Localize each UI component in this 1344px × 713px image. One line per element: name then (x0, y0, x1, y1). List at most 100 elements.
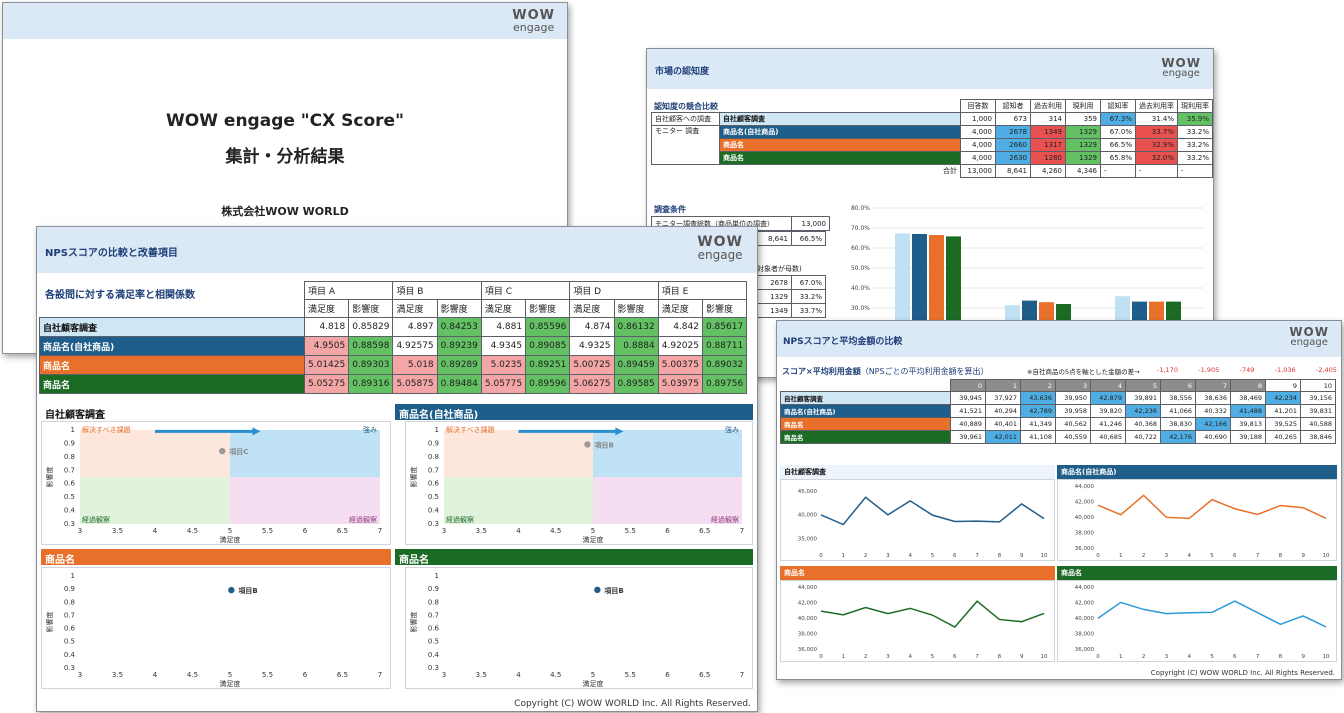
line-panel-title: 自社顧客調査 (780, 465, 1055, 479)
score-header: 7 (1195, 379, 1231, 392)
row-label: 自社顧客調査 (780, 391, 951, 405)
y-tick-label: 40,000 (798, 616, 818, 622)
score-header: 3 (1055, 379, 1091, 392)
x-tick-label: 4.5 (550, 527, 561, 535)
row-label: 自社顧客調査 (39, 317, 305, 337)
y-tick-label: 70.0% (851, 225, 870, 232)
amount-cell: 39,891 (1125, 391, 1161, 405)
y-tick-label: 0.4 (64, 651, 76, 659)
x-tick-label: 6 (303, 671, 308, 679)
series-line (820, 496, 1045, 526)
row-label: 商品名 (39, 374, 305, 394)
scatter-panel: 1 0.9 0.8 0.7 0.6 0.5 0.4 0.3 3 3.5 4 4.5 5 5.5 6 6.5 7 満… (41, 567, 391, 689)
x-axis-label: 満足度 (583, 535, 604, 544)
item-header: 項目 D (569, 281, 659, 300)
x-tick-label: 0 (1096, 654, 1100, 660)
diff-values: -1,170 -1,905 -749 -1,036 -2,405 (1157, 366, 1337, 374)
x-tick-label: 3 (78, 671, 82, 679)
x-tick-label: 4 (516, 527, 521, 535)
conditions-table-2: 8,641 66.5% (757, 231, 826, 246)
row-group-label: 自社顧客への調査 (651, 112, 720, 126)
y-tick-label: 0.3 (428, 520, 439, 528)
x-tick-label: 5 (1210, 553, 1214, 559)
row-label: 商品名(自社商品) (39, 336, 305, 356)
y-tick-label: 80.0% (851, 205, 870, 212)
recognition-table: 回答数 認知者 過去利用 現利用 認知率 過去利用率 現利用率 自社顧客への調査… (651, 99, 1213, 178)
x-axis-label: 満足度 (220, 679, 241, 688)
amount-cell: 38,830 (1160, 417, 1196, 431)
col-header: 過去利用 (1030, 99, 1066, 113)
y-tick-label: 45,000 (798, 489, 818, 495)
quadrant-label: 解決すべき課題 (446, 425, 495, 434)
amount-cell: 42,011 (985, 430, 1021, 444)
nps-title: NPSスコアの比較と改善項目 (45, 248, 178, 259)
data-point (594, 586, 601, 594)
score-header: 1 (985, 379, 1021, 392)
y-tick-label: 0.3 (64, 520, 75, 528)
diff-note: ※自社商品の5点を軸とした金額の差→ (1027, 368, 1140, 376)
data-point (228, 586, 235, 594)
line-panel: 44,000 42,000 40,000 38,000 36,000 0 1 2 3 4 5 6 7 8 9… (780, 580, 1055, 662)
quadrant-issue (444, 430, 593, 477)
amount-cell: 42,236 (1125, 404, 1161, 418)
x-tick-label: 9 (1301, 654, 1305, 660)
x-tick-label: 4 (153, 671, 158, 679)
row-label: 商品名 (39, 355, 305, 375)
x-tick-label: 3 (1165, 553, 1169, 559)
y-tick-label: 0.4 (64, 507, 76, 515)
y-tick-label: 1 (71, 572, 75, 580)
panel-title: 商品名(自社商品) (395, 404, 753, 421)
nps-table: 項目 A 項目 B 項目 C 項目 D 項目 E 満足度 影響度 満足度 影響度 満… (39, 281, 748, 394)
y-axis-label: 影響度 (45, 612, 54, 633)
row-label: 自社顧客調査 (719, 112, 961, 126)
wow-engage-logo: WOW engage (1289, 325, 1329, 348)
x-tick-label: 2 (1142, 553, 1146, 559)
y-tick-label: 36,000 (798, 647, 818, 653)
x-tick-label: 7 (975, 553, 979, 559)
x-tick-label: 9 (1301, 553, 1305, 559)
quadrant-label: 強み (725, 426, 739, 434)
x-tick-label: 7 (740, 527, 744, 535)
score-header: 6 (1160, 379, 1196, 392)
amount-cell: 41,246 (1090, 417, 1126, 431)
x-tick-label: 5 (1210, 654, 1214, 660)
logo-engage: engage (513, 21, 555, 34)
item-header: 項目 E (657, 281, 748, 300)
y-tick-label: 38,000 (798, 632, 818, 638)
y-tick-label: 40.0% (851, 285, 870, 292)
amount-cell: 39,958 (1055, 404, 1091, 418)
panel-title: 商品名 (395, 549, 753, 566)
slide-title: WOW engage "CX Score" (166, 111, 404, 131)
y-tick-label: 35,000 (798, 536, 818, 542)
y-tick-label: 0.5 (64, 638, 75, 646)
x-tick-label: 0 (1096, 553, 1100, 559)
wow-engage-logo: WOW engage (512, 9, 555, 33)
x-tick-label: 5 (931, 553, 935, 559)
quadrant-strength (593, 430, 742, 477)
amount-cell: 39,525 (1265, 417, 1301, 431)
x-tick-label: 8 (998, 553, 1002, 559)
y-axis-label: 影響度 (409, 612, 418, 633)
amount-cell: 42,879 (1090, 391, 1126, 405)
x-tick-label: 9 (1020, 654, 1024, 660)
point-label: 項目B (238, 586, 257, 595)
side-table: 2678 67.0% 1329 33.2% 1349 33.7% (757, 275, 826, 318)
amount-cell: 39,831 (1300, 404, 1336, 418)
score-header: 10 (1300, 379, 1336, 392)
x-tick-label: 2 (864, 654, 868, 660)
x-tick-label: 1 (842, 654, 846, 660)
x-tick-label: 3 (442, 671, 446, 679)
x-tick-label: 3.5 (476, 527, 487, 535)
score-header: 4 (1090, 379, 1126, 392)
x-tick-label: 2 (1142, 654, 1146, 660)
x-tick-label: 5.5 (262, 671, 273, 679)
x-tick-label: 5 (228, 527, 232, 535)
amount-cell: 40,690 (1195, 430, 1231, 444)
amount-cell: 40,559 (1055, 430, 1091, 444)
amount-cell: 38,846 (1300, 430, 1336, 444)
row-label: 商品名 (780, 430, 951, 444)
copyright: Copyright (C) WOW WORLD Inc. All Rights … (1150, 669, 1335, 677)
amount-cell: 42,789 (1020, 404, 1056, 418)
scatter-panel: 1 0.9 0.8 0.7 0.6 0.5 0.4 0.3 3 3.5 4 4.5 5 5.5 6 6.5 7 満… (405, 567, 753, 689)
x-tick-label: 6.5 (337, 671, 348, 679)
